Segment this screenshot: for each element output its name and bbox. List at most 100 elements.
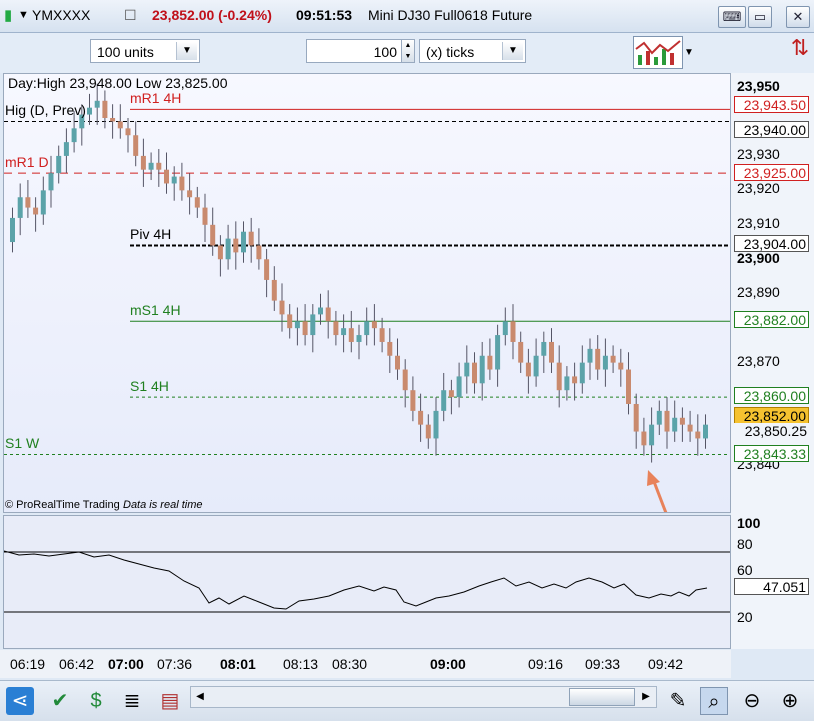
- candle: [140, 155, 146, 170]
- cursor-value-tag: 23,850.25: [734, 423, 809, 440]
- y-tick: 23,870: [737, 353, 780, 369]
- dropdown-arrow-icon[interactable]: ▼: [18, 9, 29, 21]
- ticks-input[interactable]: 100: [306, 39, 402, 63]
- scroll-left-icon[interactable]: ◀: [191, 687, 209, 707]
- candle: [125, 128, 131, 136]
- candle: [148, 162, 154, 170]
- share-icon[interactable]: ⋖: [6, 687, 34, 715]
- candle: [25, 197, 31, 208]
- depth-icon[interactable]: ▤: [156, 687, 184, 715]
- candle: [641, 431, 647, 446]
- y-tick: 23,930: [737, 146, 780, 162]
- time-axis[interactable]: 06:19 06:42 07:00 07:36 08:01 08:13 08:3…: [0, 650, 731, 678]
- indicator-tick: 60: [737, 562, 753, 578]
- candle: [703, 424, 708, 439]
- candle: [549, 341, 554, 363]
- ticks-stepper[interactable]: ▲ ▼: [401, 39, 415, 63]
- candle: [402, 369, 408, 391]
- indicators-button[interactable]: [633, 36, 683, 69]
- zoom-in-icon[interactable]: ⊕: [776, 687, 804, 715]
- candle: [40, 190, 46, 215]
- candle: [348, 328, 354, 342]
- candle: [618, 362, 624, 370]
- keyboard-icon[interactable]: ⌨: [718, 6, 746, 28]
- candle: [256, 245, 262, 260]
- realtime-label: Data is real time: [123, 499, 203, 511]
- indicator-plot[interactable]: [4, 516, 731, 649]
- level-label-ms1-4h: mS1 4H: [130, 302, 181, 318]
- candle: [87, 107, 92, 115]
- candle: [356, 335, 362, 342]
- list-icon[interactable]: ≣: [118, 687, 146, 715]
- indicator-line: [4, 550, 708, 610]
- candle: [456, 376, 462, 398]
- indicator-tick: 80: [737, 536, 753, 552]
- candle: [171, 176, 177, 184]
- candle: [572, 376, 578, 384]
- indicator-tick: 100: [737, 515, 761, 531]
- indicators-dropdown[interactable]: ▼: [684, 41, 698, 65]
- instrument-name: Mini DJ30 Full0618 Future: [368, 7, 533, 23]
- drawing-tools-icon[interactable]: ✔: [46, 687, 74, 715]
- candle: [48, 173, 54, 191]
- x-tick: 09:33: [585, 656, 621, 672]
- symbol-label[interactable]: YMXXXX: [32, 7, 90, 23]
- candle: [110, 118, 116, 122]
- candle: [294, 321, 300, 329]
- minimize-button[interactable]: ▭: [748, 6, 772, 28]
- x-tick: 09:00: [430, 656, 466, 672]
- zoom-out-icon[interactable]: ⊖: [738, 687, 766, 715]
- candle: [302, 321, 308, 336]
- level-label-piv-4h: Piv 4H: [130, 226, 172, 242]
- price-tag-s1-4h: 23,860.00: [734, 387, 809, 404]
- candle: [541, 341, 547, 356]
- units-select[interactable]: 100 units ▼: [90, 39, 200, 63]
- candle: [487, 355, 493, 370]
- candle: [102, 100, 108, 119]
- level-label-s1-w: S1 W: [5, 435, 40, 451]
- price-tag-mr1-d: 23,925.00: [734, 164, 809, 181]
- edit-icon[interactable]: ☐: [124, 7, 137, 24]
- chart-type-icon[interactable]: ▮: [4, 6, 12, 24]
- candle: [656, 410, 662, 425]
- scroll-right-icon[interactable]: ▶: [637, 687, 655, 707]
- candle: [364, 321, 370, 336]
- indicator-panel[interactable]: [3, 515, 731, 649]
- x-tick: 08:30: [332, 656, 368, 672]
- candle: [410, 390, 416, 411]
- chevron-down-icon[interactable]: ▼: [176, 42, 197, 60]
- ticks-value: 100: [373, 44, 397, 60]
- candle: [387, 341, 393, 356]
- candle: [672, 417, 678, 432]
- candle: [595, 348, 601, 370]
- candle: [10, 217, 15, 243]
- pencil-icon[interactable]: ✎: [664, 687, 692, 715]
- zoom-fit-icon[interactable]: ⌕: [700, 687, 728, 715]
- chart-toolbar: 100 units ▼ 100 ▲ ▼ (x) ticks ▼ ▼ ⇅: [0, 33, 814, 73]
- candle: [202, 207, 208, 225]
- y-tick: 23,910: [737, 215, 780, 231]
- scroll-thumb[interactable]: [569, 688, 635, 706]
- candlestick-plot[interactable]: [4, 74, 731, 513]
- x-tick: 06:19: [10, 656, 46, 672]
- candle: [441, 390, 447, 411]
- price-chart[interactable]: Day:High 23,948.00 Low 23,825.00 © ProRe…: [3, 73, 731, 513]
- sync-icon[interactable]: ⇅: [788, 35, 812, 71]
- candle: [433, 410, 439, 439]
- ticks-unit-select[interactable]: (x) ticks ▼: [419, 39, 526, 63]
- candle: [279, 300, 285, 315]
- day-high-low-info: Day:High 23,948.00 Low 23,825.00: [8, 75, 228, 91]
- candle: [626, 369, 631, 404]
- level-label-mr1-4h: mR1 4H: [130, 90, 182, 106]
- horizontal-scrollbar[interactable]: ◀ ▶: [190, 686, 657, 708]
- price-tag-ms1-4h: 23,882.00: [734, 311, 809, 328]
- candle: [287, 314, 293, 329]
- x-tick: 07:00: [108, 656, 144, 672]
- close-button[interactable]: ✕: [786, 6, 810, 28]
- trading-icon[interactable]: $: [82, 687, 110, 715]
- clock-time: 09:51:53: [296, 7, 353, 23]
- chevron-down-icon[interactable]: ▼: [502, 42, 523, 60]
- candle: [464, 362, 470, 377]
- candle: [418, 410, 424, 425]
- candle: [325, 307, 331, 322]
